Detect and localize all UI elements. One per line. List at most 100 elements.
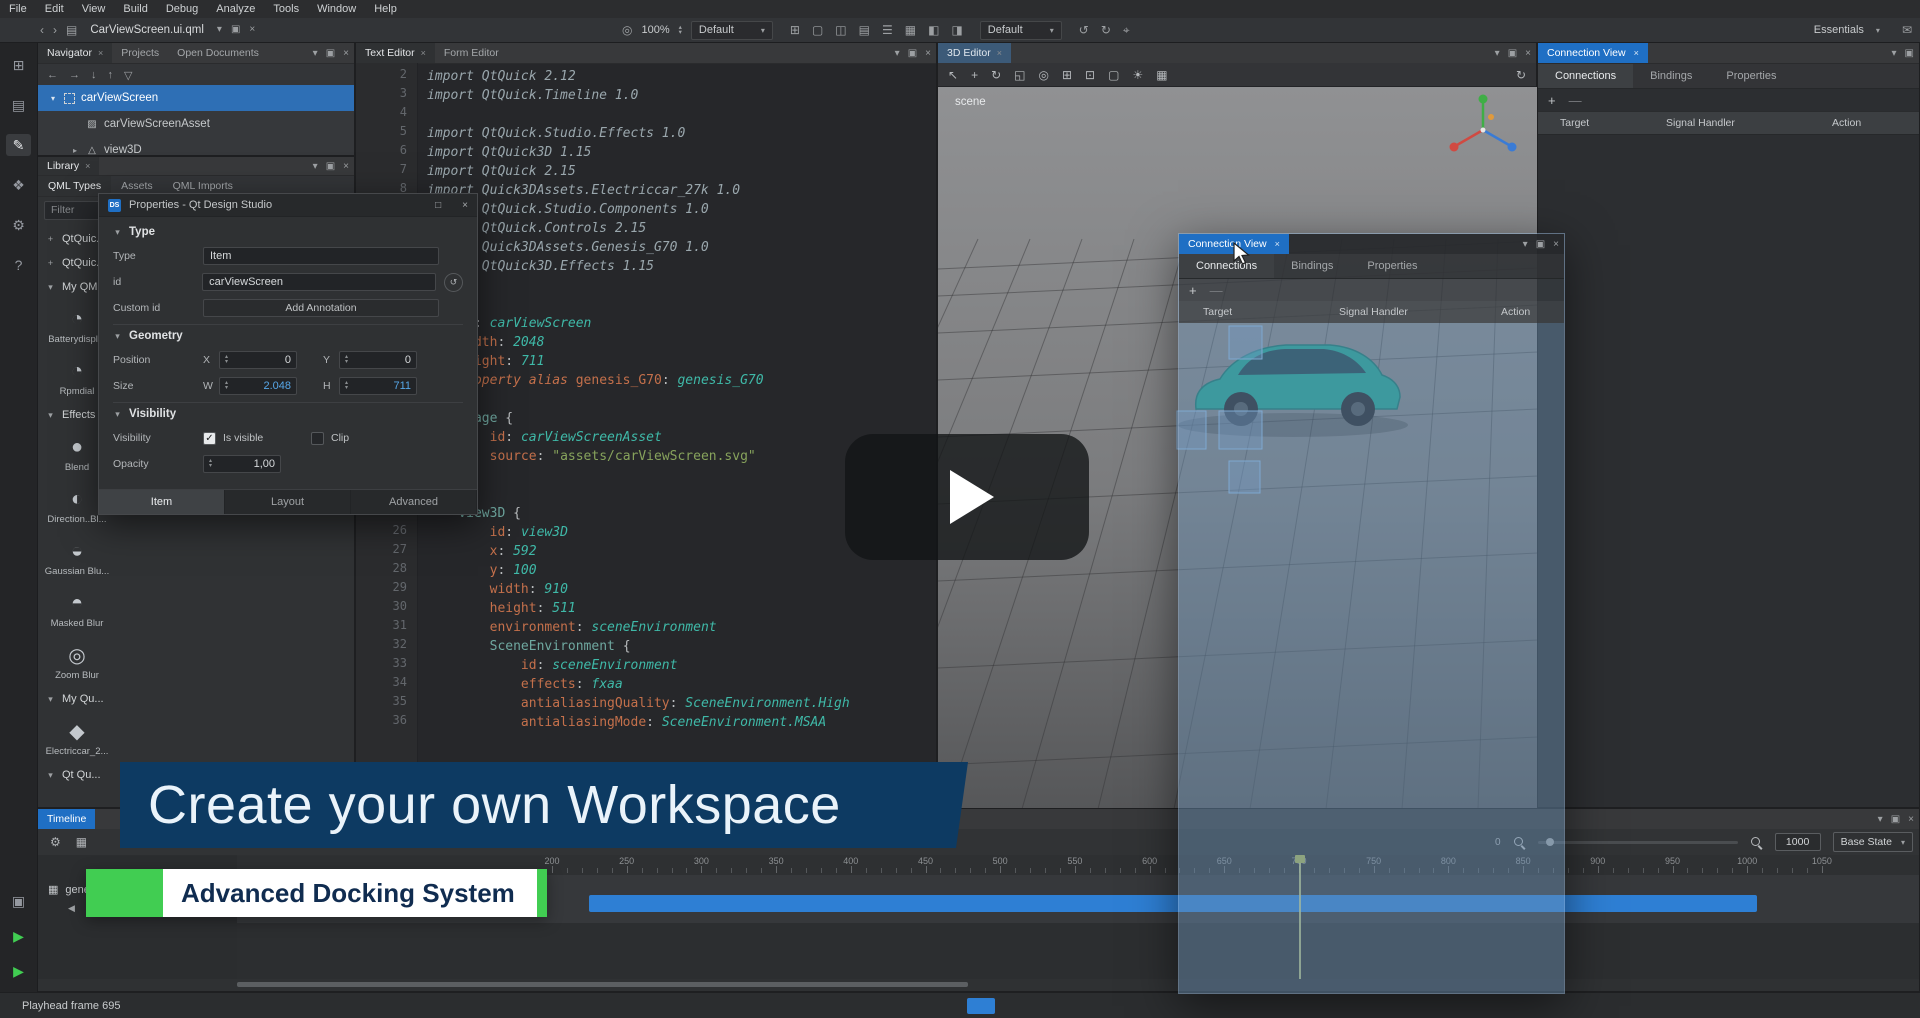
tab-timeline[interactable]: Timeline bbox=[38, 809, 95, 829]
expander-icon[interactable]: ▾ bbox=[48, 94, 58, 103]
zoom-in-icon[interactable] bbox=[1750, 836, 1763, 849]
chevron-down-icon[interactable]: ▾ bbox=[895, 48, 900, 59]
is-visible-checkbox[interactable]: ✓ bbox=[203, 432, 216, 445]
file-popout-icon[interactable]: ▣ bbox=[231, 25, 240, 35]
extensions-icon[interactable]: ❖ bbox=[6, 174, 31, 196]
popout-icon[interactable]: ▣ bbox=[326, 161, 335, 172]
timeline-settings-icon[interactable]: ⚙ bbox=[50, 835, 61, 849]
id-field[interactable]: carViewScreen bbox=[202, 273, 436, 291]
tab-advanced[interactable]: Advanced bbox=[351, 490, 477, 514]
close-icon[interactable]: × bbox=[85, 161, 90, 171]
tab-open-documents[interactable]: Open Documents bbox=[168, 43, 268, 63]
width-field[interactable]: ▴▾ 2.048 bbox=[219, 377, 297, 395]
zoom-stepper[interactable]: ▴▾ bbox=[679, 25, 682, 36]
remove-connection-icon[interactable]: — bbox=[1569, 93, 1582, 108]
expander-icon[interactable]: ▾ bbox=[46, 282, 55, 293]
library-section-my-qu[interactable]: ▾My Qu... bbox=[38, 687, 354, 711]
popout-icon[interactable]: ▣ bbox=[326, 48, 335, 59]
state-selector[interactable]: Base State ▾ bbox=[1833, 832, 1913, 852]
help-icon[interactable]: ? bbox=[6, 254, 31, 276]
add-connection-icon[interactable]: + bbox=[1189, 283, 1197, 298]
zoom-level[interactable]: 100% bbox=[641, 24, 669, 36]
close-icon[interactable]: × bbox=[1634, 48, 1639, 58]
snap-toggle-icon[interactable]: ⊞ bbox=[1062, 68, 1072, 82]
tree-item-carviewscreen[interactable]: ▾carViewScreen bbox=[38, 85, 354, 111]
close-icon[interactable]: × bbox=[1553, 239, 1559, 250]
end-frame-input[interactable]: 1000 bbox=[1775, 833, 1821, 851]
prev-keyframe-icon[interactable]: ◀ bbox=[68, 903, 75, 914]
tab-connections[interactable]: Connections bbox=[1538, 64, 1633, 88]
welcome-icon[interactable]: ⊞ bbox=[6, 54, 31, 76]
close-icon[interactable]: × bbox=[1525, 48, 1531, 59]
run-icon[interactable]: ▶ bbox=[6, 925, 31, 947]
tab-bindings[interactable]: Bindings bbox=[1274, 254, 1350, 278]
menu-debug[interactable]: Debug bbox=[157, 0, 207, 18]
feedback-icon[interactable]: ✉ bbox=[1902, 24, 1912, 36]
spinner-arrows-icon[interactable]: ▴▾ bbox=[345, 355, 348, 365]
design-icon[interactable]: ▤ bbox=[6, 94, 31, 116]
chevron-down-icon[interactable]: ▾ bbox=[1878, 814, 1883, 825]
library-item-gaussian-blu[interactable]: ◒Gaussian Blu... bbox=[44, 531, 110, 583]
timeline-zoom-slider[interactable] bbox=[1538, 841, 1738, 844]
close-icon[interactable]: × bbox=[98, 48, 103, 58]
reset-view-icon[interactable]: ↻ bbox=[1516, 68, 1526, 82]
output-console-icon[interactable]: ▣ bbox=[6, 890, 31, 912]
library-item-electriccar-2[interactable]: ◆Electriccar_2... bbox=[44, 711, 110, 763]
tab-library[interactable]: Library × bbox=[38, 157, 99, 175]
scale-tool-icon[interactable]: ◱ bbox=[1014, 68, 1025, 82]
menu-file[interactable]: File bbox=[0, 0, 36, 18]
library-item-masked-blur[interactable]: ◓Masked Blur bbox=[44, 583, 110, 635]
section-geometry[interactable]: ▾ Geometry bbox=[113, 324, 463, 347]
expander-icon[interactable]: ▾ bbox=[113, 227, 122, 238]
merge-view-icon[interactable]: ▦ bbox=[905, 24, 916, 36]
remove-connection-icon[interactable]: — bbox=[1210, 283, 1223, 298]
close-icon[interactable]: × bbox=[462, 200, 468, 211]
menu-edit[interactable]: Edit bbox=[36, 0, 73, 18]
dialog-titlebar[interactable]: DS Properties - Qt Design Studio □ × bbox=[99, 194, 477, 217]
chevron-down-icon[interactable]: ▾ bbox=[1523, 239, 1528, 250]
forward-icon[interactable]: › bbox=[53, 24, 57, 36]
menu-analyze[interactable]: Analyze bbox=[207, 0, 264, 18]
close-icon[interactable]: × bbox=[997, 48, 1002, 58]
scene-label[interactable]: scene bbox=[955, 96, 986, 108]
chevron-down-icon[interactable]: ▾ bbox=[313, 161, 318, 172]
split-right-icon[interactable]: ◨ bbox=[951, 24, 962, 36]
opacity-field[interactable]: ▴▾ 1,00 bbox=[203, 455, 281, 473]
popout-icon[interactable]: ▣ bbox=[908, 48, 917, 59]
expander-icon[interactable]: ▾ bbox=[46, 410, 55, 421]
tree-item-view3d[interactable]: ▸△view3D bbox=[38, 137, 354, 155]
clip-checkbox[interactable]: ✓ bbox=[311, 432, 324, 445]
expander-icon[interactable]: ▾ bbox=[46, 694, 55, 705]
guides-icon[interactable]: ▢ bbox=[812, 24, 823, 36]
move-tool-icon[interactable]: + bbox=[971, 68, 978, 82]
tab-connection-view[interactable]: Connection View × bbox=[1538, 43, 1648, 63]
add-connection-icon[interactable]: + bbox=[1548, 93, 1556, 108]
workspace-selector[interactable]: Essentials ▾ bbox=[1806, 21, 1888, 40]
tab-item[interactable]: Item bbox=[99, 490, 225, 514]
chevron-down-icon[interactable]: ▾ bbox=[313, 48, 318, 59]
expander-icon[interactable]: ▾ bbox=[46, 770, 55, 781]
spinner-arrows-icon[interactable]: ▴▾ bbox=[225, 381, 228, 391]
menu-tools[interactable]: Tools bbox=[264, 0, 308, 18]
floating-connection-view[interactable]: Connection View × ▾ ▣ × ConnectionsBindi… bbox=[1178, 233, 1565, 994]
expander-icon[interactable]: ▾ bbox=[113, 409, 122, 420]
item-list-icon[interactable]: ☰ bbox=[882, 24, 893, 36]
type-field[interactable]: Item bbox=[203, 247, 439, 265]
y-position-field[interactable]: ▴▾ 0 bbox=[339, 351, 417, 369]
plus-icon[interactable]: + bbox=[46, 234, 55, 244]
chevron-down-icon[interactable]: ▾ bbox=[1892, 48, 1897, 59]
close-icon[interactable]: × bbox=[343, 161, 349, 172]
expander-icon[interactable]: ▸ bbox=[70, 146, 80, 155]
kit-selector[interactable]: Default ▾ bbox=[980, 21, 1062, 40]
edit-pencil-icon[interactable]: ✎ bbox=[6, 134, 31, 156]
close-icon[interactable]: × bbox=[343, 48, 349, 59]
close-icon[interactable]: × bbox=[421, 48, 426, 58]
bounds-icon[interactable]: ◫ bbox=[835, 24, 846, 36]
close-icon[interactable]: × bbox=[925, 48, 931, 59]
move-down-icon[interactable]: ↓ bbox=[91, 69, 97, 81]
popout-icon[interactable]: ▣ bbox=[1905, 48, 1914, 59]
x-position-field[interactable]: ▴▾ 0 bbox=[219, 351, 297, 369]
move-left-icon[interactable]: ← bbox=[47, 69, 58, 81]
tab-projects[interactable]: Projects bbox=[112, 43, 168, 63]
section-visibility[interactable]: ▾ Visibility bbox=[113, 402, 463, 425]
